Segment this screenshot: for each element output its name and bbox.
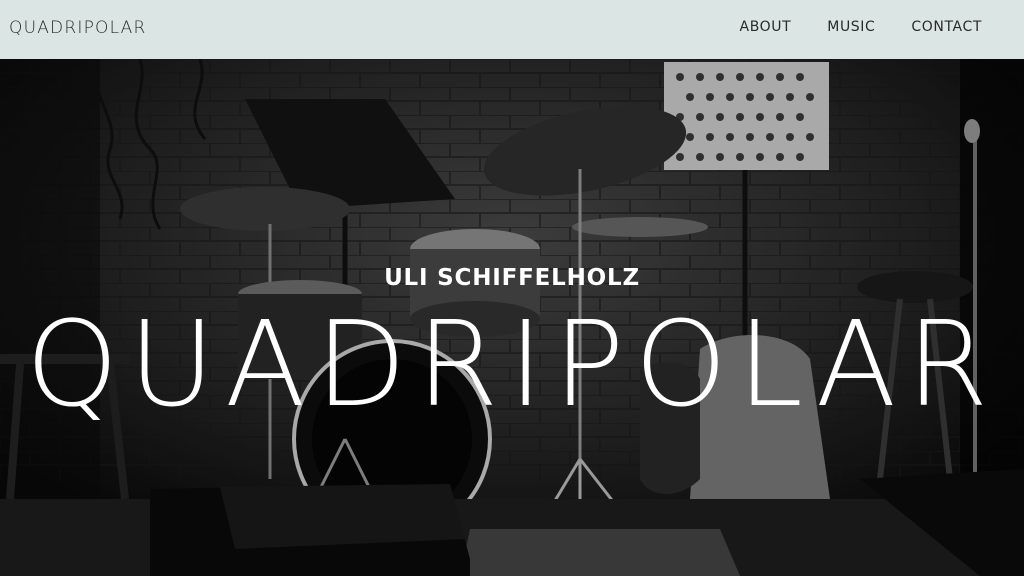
hero-subtitle: ULI SCHIFFELHOLZ: [384, 265, 640, 291]
nav-music[interactable]: MUSIC: [827, 19, 875, 35]
nav-about[interactable]: ABOUT: [740, 19, 792, 35]
main-nav: ABOUT MUSIC CONTACT: [704, 19, 982, 35]
site-header: QUADRIPOLAR ABOUT MUSIC CONTACT: [0, 0, 1024, 59]
site-logo-link[interactable]: QUADRIPOLAR: [9, 18, 147, 38]
nav-contact[interactable]: CONTACT: [911, 19, 982, 35]
hero-title: QUADRIPOLAR: [25, 295, 999, 433]
